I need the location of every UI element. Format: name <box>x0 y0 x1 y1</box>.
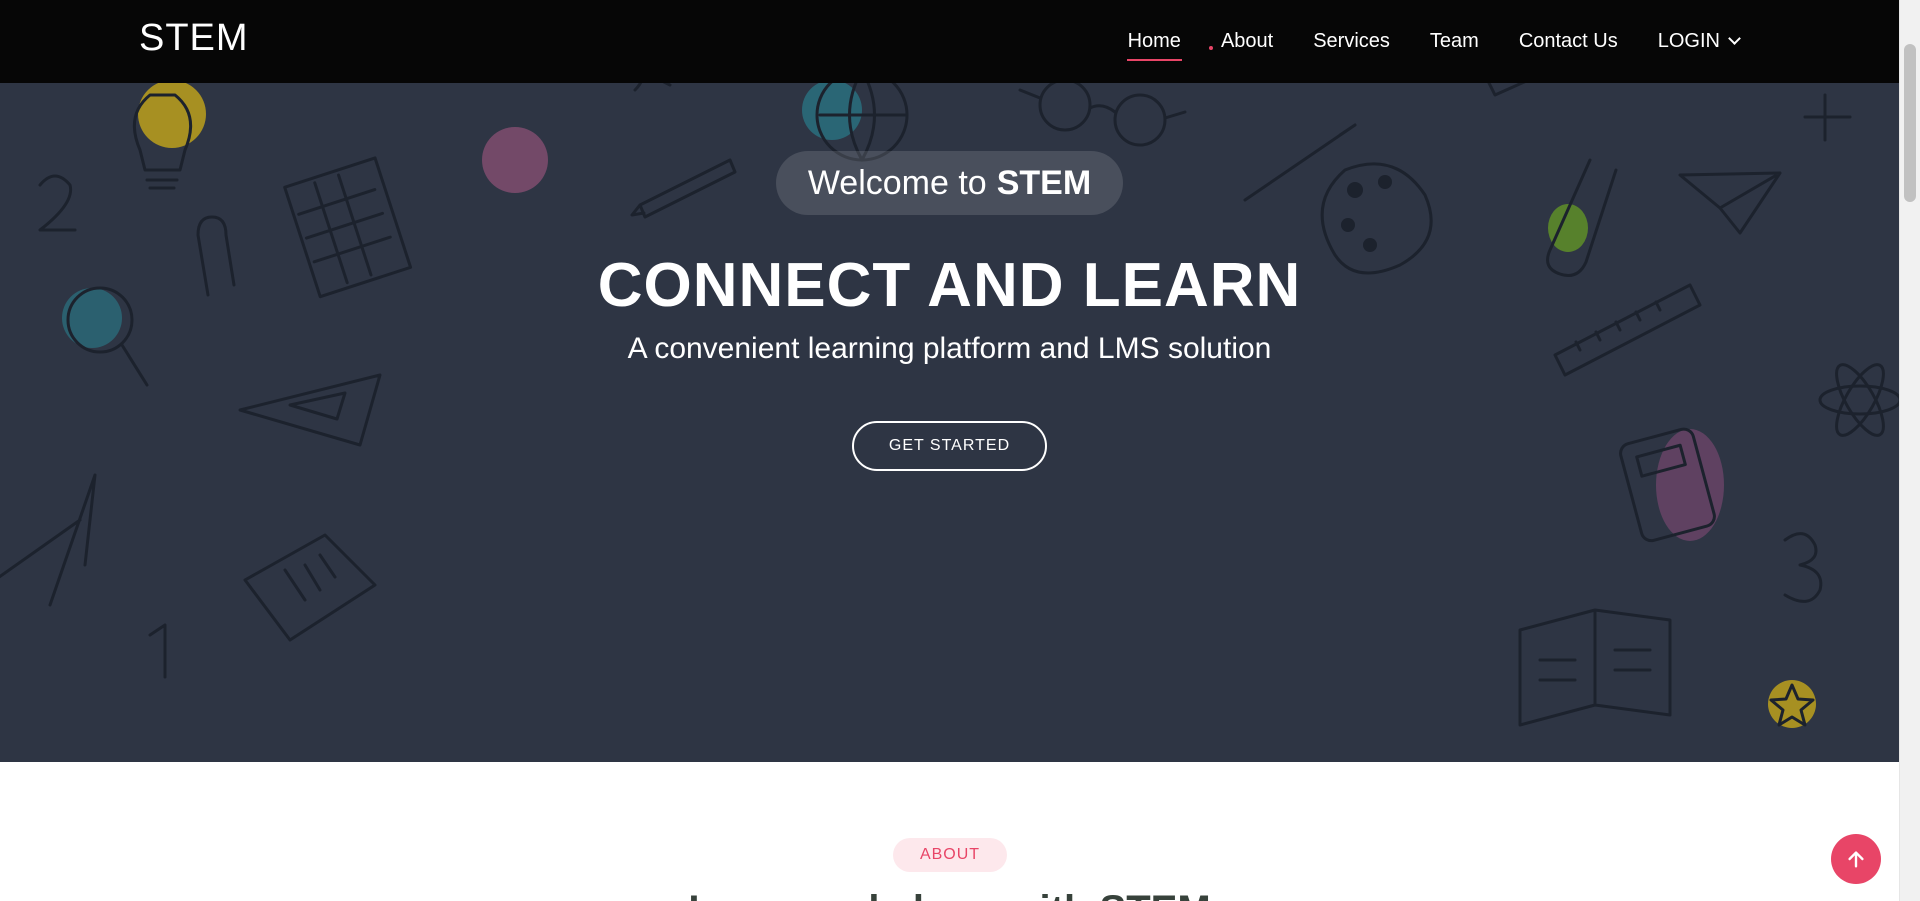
nav-item-label: LOGIN <box>1657 30 1720 52</box>
nav-item-home[interactable]: Home <box>1108 0 1201 83</box>
nav-item-label: Home <box>1127 30 1181 52</box>
arrow-up-icon <box>1848 851 1864 868</box>
nav-item-services[interactable]: Services <box>1293 0 1410 83</box>
welcome-pill: Welcome to STEM <box>776 151 1123 215</box>
nav-item-label: Services <box>1313 30 1390 52</box>
nav-item-team[interactable]: Team <box>1410 0 1499 83</box>
chevron-down-icon <box>1728 32 1741 45</box>
welcome-prefix: Welcome to <box>807 163 987 202</box>
nav-item-label: Contact Us <box>1518 30 1618 52</box>
landing-page: Welcome to STEM CONNECT AND LEARN A conv… <box>0 0 1920 901</box>
nav-item-about[interactable]: About <box>1201 0 1293 83</box>
back-to-top-button[interactable] <box>1831 834 1881 884</box>
main-nav: Home About Services Team Contact Us LOGI… <box>1108 0 1759 83</box>
nav-item-login[interactable]: LOGIN <box>1638 0 1759 83</box>
page-scrollbar[interactable] <box>1899 0 1920 901</box>
hero-section: Welcome to STEM CONNECT AND LEARN A conv… <box>0 0 1899 762</box>
welcome-brand: STEM <box>996 163 1092 202</box>
nav-item-label: About <box>1220 30 1274 52</box>
nav-indicator-dot <box>1208 46 1213 50</box>
about-badge: ABOUT <box>893 838 1007 872</box>
site-logo[interactable]: STEM <box>139 17 249 60</box>
get-started-button[interactable]: GET STARTED <box>852 421 1047 471</box>
about-heading: Learn and share with STEM <box>0 892 1899 901</box>
hero-content: Welcome to STEM CONNECT AND LEARN A conv… <box>0 0 1899 762</box>
nav-item-label: Team <box>1429 30 1479 52</box>
nav-item-contact[interactable]: Contact Us <box>1499 0 1638 83</box>
hero-subtitle: A convenient learning platform and LMS s… <box>627 332 1272 365</box>
hero-title: CONNECT AND LEARN <box>597 251 1302 320</box>
scrollbar-thumb[interactable] <box>1904 44 1916 202</box>
about-heading-peek: Learn and share with STEM <box>0 892 1899 901</box>
site-header: STEM Home About Services Team Contact Us… <box>0 0 1899 83</box>
